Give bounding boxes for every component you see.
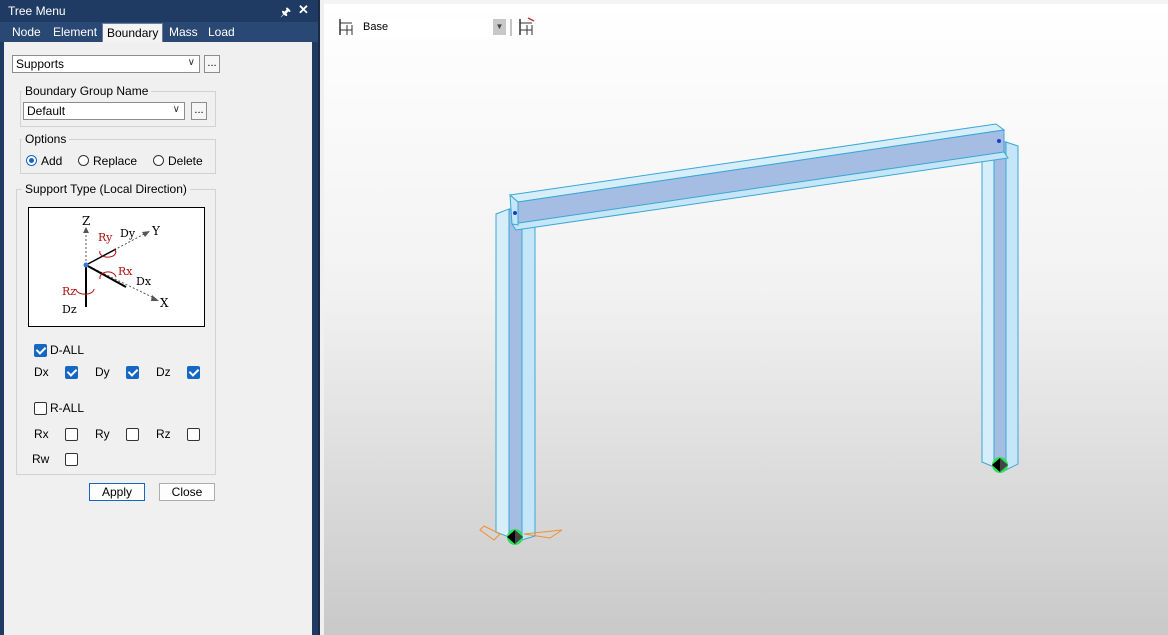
diagram-dx-label: Dx (136, 275, 152, 288)
diagram-dz-label: Dz (62, 303, 77, 316)
tree-menu-title: Tree Menu (8, 4, 66, 18)
story-icon[interactable] (339, 19, 353, 35)
dz-checkbox[interactable] (187, 366, 200, 379)
boundary-group-value: Default (27, 104, 66, 118)
rx-checkbox[interactable] (65, 428, 78, 441)
story-select-value: Base (363, 21, 389, 33)
diagram-ry-label: Ry (98, 231, 113, 244)
tab-boundary[interactable]: Boundary (102, 23, 164, 43)
tree-menu-tabs: Node Element Boundary Mass Load (0, 22, 318, 43)
function-more-button[interactable]: ... (204, 55, 220, 73)
ry-checkbox[interactable] (126, 428, 139, 441)
story-next-icon[interactable] (519, 17, 535, 35)
node-left-top[interactable] (513, 211, 517, 215)
rw-checkbox[interactable] (65, 453, 78, 466)
radio-delete-dot[interactable] (153, 155, 164, 166)
dy-label: Dy (95, 365, 110, 379)
diagram-frame (28, 207, 205, 327)
story-select[interactable]: Base ▼ (360, 19, 506, 37)
d-all-label: D-ALL (50, 343, 85, 357)
radio-add-dot[interactable] (26, 155, 37, 166)
d-all-checkbox[interactable] (34, 344, 47, 357)
model-viewport[interactable] (324, 4, 1168, 635)
left-column[interactable] (495, 208, 536, 541)
tree-menu-titlebar: Tree Menu 🖈 ✕ (0, 0, 318, 22)
diagram-dy-label: Dy (120, 227, 136, 240)
dx-label: Dx (34, 365, 49, 379)
radio-replace-label: Replace (93, 154, 138, 168)
function-select[interactable]: Supports ∨ (12, 55, 200, 73)
r-all-label: R-ALL (50, 401, 85, 415)
tab-load[interactable]: Load (204, 24, 239, 41)
diagram-z-label: Z (82, 214, 90, 228)
r-all-checkbox[interactable] (34, 402, 47, 415)
right-column[interactable] (981, 139, 1019, 471)
dz-label: Dz (156, 365, 171, 379)
chevron-down-icon: ▼ (493, 19, 506, 35)
boundary-group-label: Boundary Group Name (22, 84, 152, 98)
support-type-label: Support Type (Local Direction) (22, 182, 190, 196)
tab-element[interactable]: Element (49, 24, 101, 41)
chevron-down-icon: ∨ (187, 57, 195, 68)
radio-add-label: Add (41, 154, 63, 168)
support-direction-diagram: Z Y X Ry Dy Rx Dx Rz Dz (28, 207, 205, 327)
radio-replace-dot[interactable] (78, 155, 89, 166)
diagram-x-label: X (160, 296, 169, 310)
support-right-icon[interactable] (992, 457, 1008, 473)
diagram-rz-label: Rz (62, 285, 76, 298)
dx-checkbox[interactable] (65, 366, 78, 379)
tree-menu-panel: Tree Menu 🖈 ✕ Node Element Boundary Mass… (0, 0, 318, 635)
apply-button[interactable]: Apply (89, 483, 145, 501)
node-right-top[interactable] (997, 139, 1001, 143)
rz-checkbox[interactable] (187, 428, 200, 441)
dy-checkbox[interactable] (126, 366, 139, 379)
close-icon[interactable]: ✕ (298, 2, 309, 18)
pin-icon[interactable]: 🖈 (280, 3, 291, 24)
rw-label: Rw (32, 452, 50, 466)
diagram-rx-label: Rx (118, 265, 133, 278)
options-label: Options (22, 132, 70, 146)
rz-label: Rz (156, 427, 171, 441)
tab-mass[interactable]: Mass (165, 24, 202, 41)
function-select-value: Supports (16, 57, 65, 71)
diagram-y-label: Y (151, 224, 161, 238)
top-beam[interactable] (508, 123, 1009, 231)
ry-label: Ry (95, 427, 110, 441)
rx-label: Rx (34, 427, 49, 441)
boundary-panel-body: Supports ∨ ... Boundary Group Name Defau… (4, 42, 312, 635)
tab-node[interactable]: Node (8, 24, 45, 41)
boundary-group-select[interactable]: Default ∨ (23, 102, 185, 120)
boundary-group-more-button[interactable]: ... (191, 102, 207, 120)
support-node (83, 262, 89, 268)
close-button[interactable]: Close (159, 483, 215, 501)
radio-delete-label: Delete (168, 154, 203, 168)
frame-model-view (339, 17, 1019, 545)
chevron-down-icon: ∨ (172, 104, 180, 115)
